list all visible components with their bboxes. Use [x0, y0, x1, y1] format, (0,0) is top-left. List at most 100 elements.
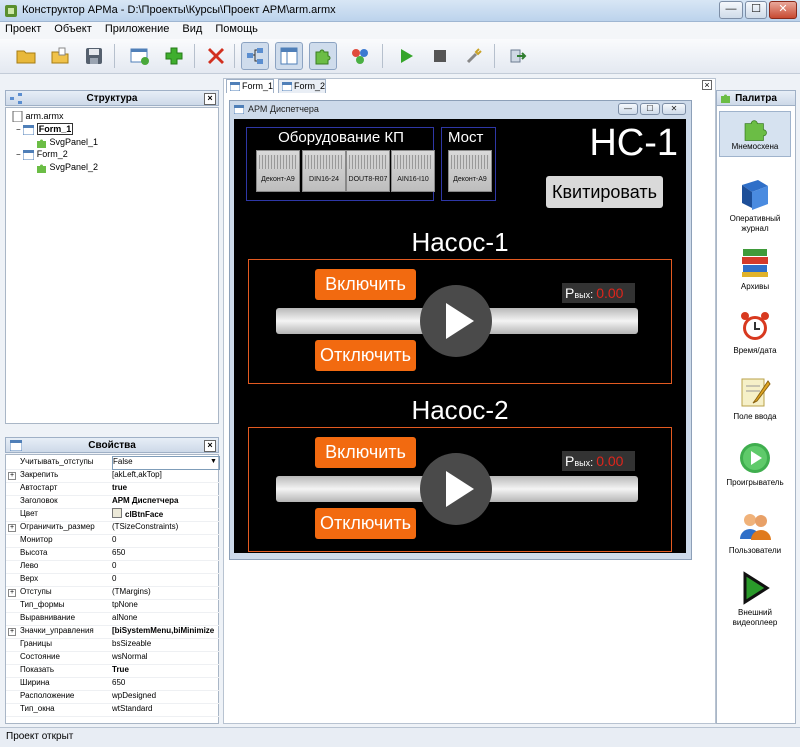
property-row[interactable]: Тип_окна wtStandard: [6, 703, 220, 717]
property-value[interactable]: tpNone: [112, 599, 220, 611]
property-value[interactable]: 0: [112, 534, 220, 546]
property-value[interactable]: 0: [112, 573, 220, 585]
menu-view[interactable]: Вид: [177, 22, 207, 36]
palette-item-journal[interactable]: Оперативный журнал: [719, 177, 791, 234]
property-value[interactable]: (TSizeConstraints): [112, 521, 220, 533]
document-close-button[interactable]: ×: [702, 80, 712, 90]
property-value[interactable]: wpDesigned: [112, 690, 220, 702]
pump2-on-button[interactable]: Включить: [315, 437, 416, 468]
palette-item-player[interactable]: Проигрыватель: [719, 441, 791, 488]
property-row[interactable]: Заголовок АРМ Диспетчера: [6, 495, 220, 509]
form-maximize-button[interactable]: ☐: [640, 103, 660, 115]
property-value[interactable]: [biSystemMenu,biMinimize: [112, 625, 220, 637]
property-value[interactable]: 0: [112, 560, 220, 572]
tree-item-svgpanel1[interactable]: SvgPanel_1: [36, 137, 98, 148]
menu-project[interactable]: Проект: [0, 22, 46, 36]
pump1-play-button[interactable]: [420, 285, 492, 357]
run-button[interactable]: [392, 42, 420, 70]
pump2-off-button[interactable]: Отключить: [315, 508, 416, 539]
tree-item-form2[interactable]: − Form_2: [16, 149, 68, 161]
open-folder-button[interactable]: [12, 42, 40, 70]
property-row[interactable]: Высота 650: [6, 547, 220, 561]
form-close-button[interactable]: ✕: [662, 103, 686, 115]
property-value[interactable]: clBtnFace: [112, 508, 220, 521]
menu-object[interactable]: Объект: [49, 22, 96, 36]
property-value[interactable]: (TMargins): [112, 586, 220, 598]
property-value[interactable]: wtStandard: [112, 703, 220, 715]
palette-item-inputfield[interactable]: Поле ввода: [719, 375, 791, 422]
property-value[interactable]: true: [112, 482, 220, 494]
property-value[interactable]: wsNormal: [112, 651, 220, 663]
stop-button[interactable]: [426, 42, 454, 70]
puzzle-button[interactable]: [309, 42, 337, 70]
property-value[interactable]: АРМ Диспетчера: [112, 495, 220, 507]
new-form-button[interactable]: [126, 42, 154, 70]
property-value[interactable]: 650: [112, 677, 220, 689]
menu-application[interactable]: Приложение: [100, 22, 175, 36]
palette-item-users[interactable]: Пользователи: [719, 509, 791, 556]
property-row[interactable]: Верх 0: [6, 573, 220, 587]
module-bridge-dekont-a9[interactable]: Деконт-А9: [448, 150, 492, 192]
property-value[interactable]: False: [112, 456, 220, 470]
property-row[interactable]: Ширина 650: [6, 677, 220, 691]
tree-item-form1[interactable]: − Form_1: [16, 123, 74, 136]
module-ain16-i10[interactable]: AIN16-I10: [391, 150, 435, 192]
tree-item-arm[interactable]: arm.armx: [12, 110, 64, 123]
property-row[interactable]: Выравнивание alNone: [6, 612, 220, 626]
delete-button[interactable]: [202, 42, 230, 70]
property-value[interactable]: [akLeft,akTop]: [112, 469, 220, 481]
minimize-button[interactable]: —: [719, 1, 743, 19]
property-row[interactable]: Лево 0: [6, 560, 220, 574]
palette-item-archives[interactable]: Архивы: [719, 245, 791, 292]
property-row[interactable]: Границы bsSizeable: [6, 638, 220, 652]
structure-button[interactable]: [241, 42, 269, 70]
module-din16-24[interactable]: DIN16-24: [302, 150, 346, 192]
tab-form1[interactable]: Form_1: [226, 79, 274, 93]
property-row[interactable]: Тип_формы tpNone: [6, 599, 220, 613]
property-value[interactable]: bsSizeable: [112, 638, 220, 650]
structure-close-button[interactable]: ×: [204, 93, 216, 105]
property-row[interactable]: Состояние wsNormal: [6, 651, 220, 665]
menu-help[interactable]: Помощь: [210, 22, 263, 36]
property-row[interactable]: Автостарт true: [6, 482, 220, 496]
property-value[interactable]: 650: [112, 547, 220, 559]
palette-item-videoplayer[interactable]: Внешний видеоплеер: [719, 571, 791, 628]
expand-icon[interactable]: +: [8, 472, 16, 480]
close-button[interactable]: ✕: [769, 1, 797, 19]
tab-form2[interactable]: Form_2: [278, 79, 326, 93]
property-row[interactable]: + Ограничить_размер (TSizeConstraints): [6, 521, 220, 535]
save-button[interactable]: [80, 42, 108, 70]
property-row[interactable]: + Закрепить [akLeft,akTop]: [6, 469, 220, 483]
property-row[interactable]: Показать True: [6, 664, 220, 678]
property-row[interactable]: Расположение wpDesigned: [6, 690, 220, 704]
open-file-button[interactable]: [46, 42, 74, 70]
pump1-off-button[interactable]: Отключить: [315, 340, 416, 371]
property-row[interactable]: + Значки_управления [biSystemMenu,biMinimi…: [6, 625, 220, 639]
module-dout8-r07[interactable]: DOUT8-R07: [346, 150, 390, 192]
palette-item-datetime[interactable]: Время/дата: [719, 309, 791, 356]
ack-button[interactable]: Квитировать: [546, 176, 663, 208]
properties-close-button[interactable]: ×: [204, 440, 216, 452]
export-button[interactable]: [504, 42, 532, 70]
property-value[interactable]: True: [112, 664, 220, 676]
layout-button[interactable]: [275, 42, 303, 70]
property-row[interactable]: Монитор 0: [6, 534, 220, 548]
expand-icon[interactable]: +: [8, 628, 16, 636]
property-row[interactable]: + Отступы (TMargins): [6, 586, 220, 600]
property-row[interactable]: Цвет clBtnFace: [6, 508, 220, 522]
pump2-play-button[interactable]: [420, 453, 492, 525]
maximize-button[interactable]: ☐: [745, 1, 767, 19]
palette-item-mnemoscheme[interactable]: Мнемосхена: [719, 111, 791, 157]
tools-button[interactable]: [460, 42, 488, 70]
components-button[interactable]: [346, 42, 374, 70]
add-button[interactable]: [160, 42, 188, 70]
module-dekont-a9[interactable]: Деконт-А9: [256, 150, 300, 192]
tree-item-svgpanel2[interactable]: SvgPanel_2: [36, 162, 98, 173]
form-minimize-button[interactable]: —: [618, 103, 638, 115]
property-row[interactable]: Учитывать_отступы False ▼: [6, 456, 220, 470]
chevron-down-icon[interactable]: ▼: [210, 456, 217, 468]
property-value[interactable]: alNone: [112, 612, 220, 624]
expand-icon[interactable]: +: [8, 589, 16, 597]
expand-icon[interactable]: +: [8, 524, 16, 532]
pump1-on-button[interactable]: Включить: [315, 269, 416, 300]
